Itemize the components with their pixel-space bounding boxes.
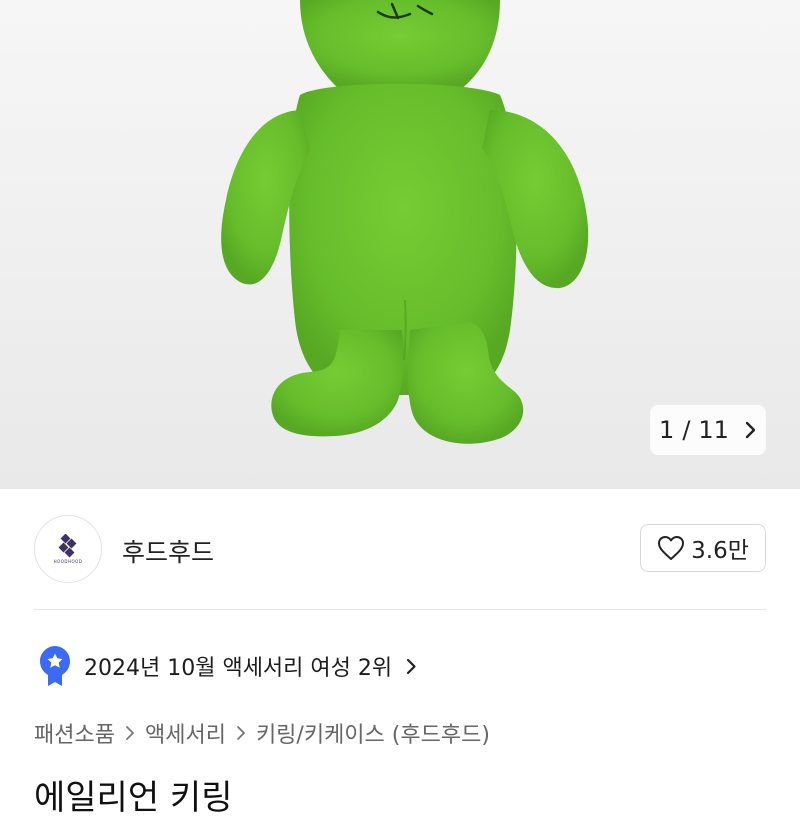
diamond-logo-icon [58, 534, 77, 558]
breadcrumb: 패션소품 액세서리 키링/키케이스 (후드후드) [34, 715, 490, 751]
ranking-badge-row[interactable]: 2024년 10월 액세서리 여성 2위 [38, 645, 417, 687]
brand-logo-text: HOODHOOD [53, 559, 83, 564]
image-counter[interactable]: 1 / 11 [650, 405, 766, 455]
chevron-right-icon [406, 658, 417, 675]
product-title: 에일리언 키링 [34, 778, 233, 818]
image-counter-total: 11 [698, 416, 729, 444]
like-count: 3.6만 [691, 538, 749, 564]
product-image-gallery[interactable]: 1 / 11 [0, 0, 800, 489]
chevron-right-icon[interactable] [745, 421, 757, 439]
brand-name[interactable]: 후드후드 [122, 533, 214, 569]
chevron-right-icon [125, 725, 135, 741]
like-button[interactable]: 3.6만 [640, 524, 766, 572]
breadcrumb-item[interactable]: 키링/키케이스 (후드후드) [256, 717, 490, 749]
brand-row: HOODHOOD 후드후드 3.6만 [34, 515, 766, 585]
brand-avatar[interactable]: HOODHOOD [34, 515, 102, 583]
breadcrumb-item[interactable]: 패션소품 [34, 717, 115, 749]
breadcrumb-item[interactable]: 액세서리 [145, 717, 226, 749]
heart-icon [658, 536, 685, 560]
divider [34, 609, 766, 610]
star-badge-icon [40, 646, 70, 686]
ranking-text: 2024년 10월 액세서리 여성 2위 [84, 656, 393, 681]
image-counter-current: 1 [659, 416, 675, 444]
image-counter-separator: / [682, 416, 691, 444]
chevron-right-icon [236, 725, 246, 741]
